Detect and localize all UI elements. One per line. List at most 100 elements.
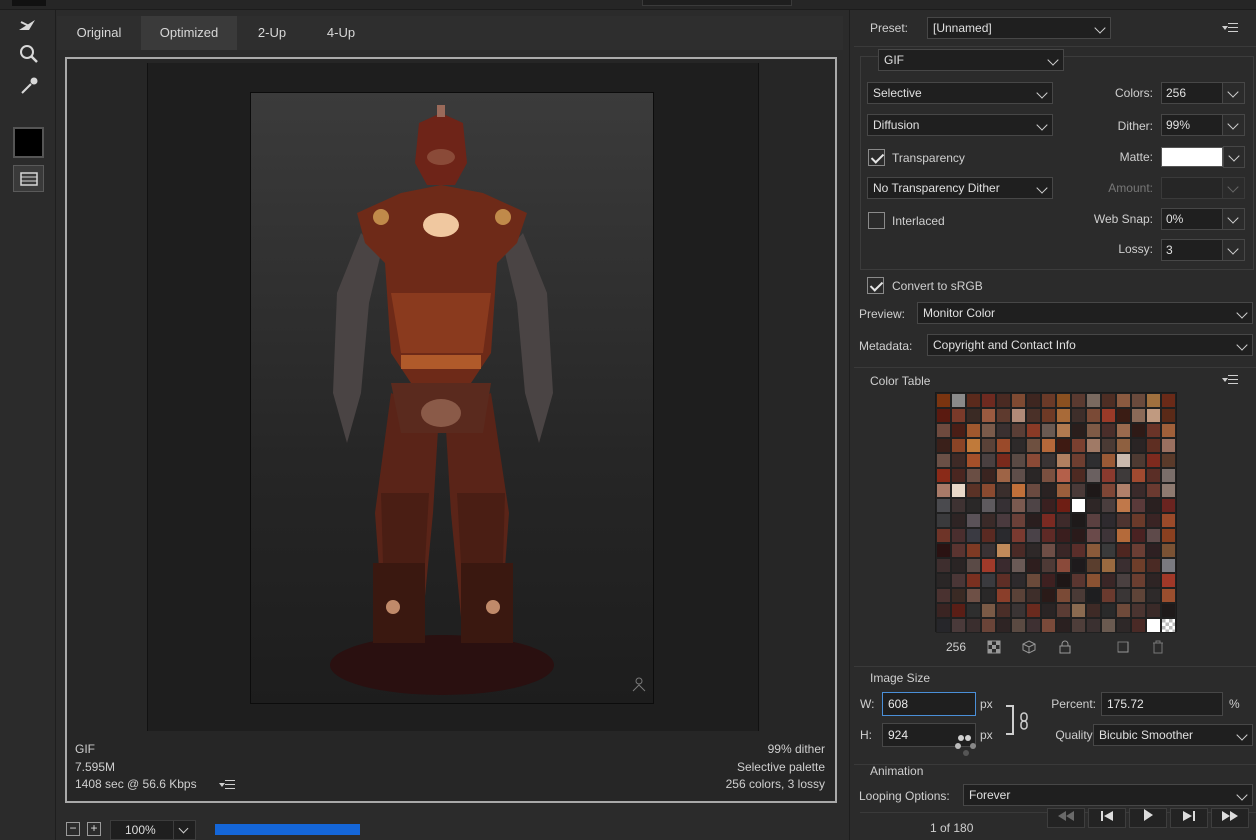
color-swatch[interactable] xyxy=(1071,603,1086,618)
color-swatch[interactable] xyxy=(1056,528,1071,543)
color-swatch[interactable] xyxy=(1056,603,1071,618)
color-swatch[interactable] xyxy=(1011,468,1026,483)
color-swatch[interactable] xyxy=(1146,393,1161,408)
color-swatch[interactable] xyxy=(1101,528,1116,543)
color-swatch[interactable] xyxy=(1011,483,1026,498)
width-input[interactable]: 608 xyxy=(882,692,976,716)
color-swatch[interactable] xyxy=(981,483,996,498)
color-swatch[interactable] xyxy=(1011,453,1026,468)
color-swatch[interactable] xyxy=(1131,543,1146,558)
color-swatch[interactable] xyxy=(1011,438,1026,453)
web-snap-chevron-down-icon[interactable] xyxy=(1223,208,1245,230)
color-swatch[interactable] xyxy=(936,588,951,603)
color-swatch[interactable] xyxy=(1116,498,1131,513)
color-swatch[interactable] xyxy=(951,528,966,543)
color-swatch[interactable] xyxy=(1116,393,1131,408)
color-swatch[interactable] xyxy=(1146,438,1161,453)
eyedropper-tool-icon[interactable] xyxy=(14,72,44,100)
color-swatch[interactable] xyxy=(951,573,966,588)
color-swatch[interactable] xyxy=(1011,393,1026,408)
color-swatch[interactable] xyxy=(966,573,981,588)
color-swatch[interactable] xyxy=(1056,513,1071,528)
color-swatch[interactable] xyxy=(1086,453,1101,468)
color-swatch[interactable] xyxy=(1011,423,1026,438)
color-swatch[interactable] xyxy=(1161,498,1176,513)
color-swatch[interactable] xyxy=(951,453,966,468)
color-swatch[interactable] xyxy=(936,573,951,588)
color-swatch[interactable] xyxy=(1086,573,1101,588)
color-swatch[interactable] xyxy=(1116,543,1131,558)
color-swatch[interactable] xyxy=(1146,423,1161,438)
color-swatch[interactable] xyxy=(1086,558,1101,573)
color-swatch[interactable] xyxy=(966,498,981,513)
matte-color-swatch[interactable] xyxy=(1161,147,1223,167)
color-swatch[interactable] xyxy=(1056,543,1071,558)
color-swatch[interactable] xyxy=(1101,558,1116,573)
previous-frame-icon[interactable] xyxy=(1088,808,1126,828)
color-swatch[interactable] xyxy=(936,453,951,468)
color-swatch[interactable] xyxy=(1041,468,1056,483)
color-swatch[interactable] xyxy=(996,543,1011,558)
color-swatch[interactable] xyxy=(1041,453,1056,468)
color-swatch[interactable] xyxy=(1116,528,1131,543)
color-swatch[interactable] xyxy=(1146,408,1161,423)
color-swatch[interactable] xyxy=(1131,483,1146,498)
color-swatch[interactable] xyxy=(951,438,966,453)
first-frame-icon[interactable] xyxy=(1047,808,1085,828)
color-swatch[interactable] xyxy=(996,453,1011,468)
color-swatch[interactable] xyxy=(1086,483,1101,498)
dither-input[interactable]: 99% xyxy=(1161,114,1223,136)
color-swatch[interactable] xyxy=(1086,618,1101,633)
color-swatch[interactable] xyxy=(1146,498,1161,513)
color-swatch[interactable] xyxy=(1146,543,1161,558)
color-swatch[interactable] xyxy=(996,513,1011,528)
color-swatch[interactable] xyxy=(1146,588,1161,603)
transparency-checkbox[interactable] xyxy=(868,149,885,166)
color-swatch[interactable] xyxy=(1041,513,1056,528)
map-transparent-icon[interactable] xyxy=(986,639,1002,655)
web-shift-cube-icon[interactable] xyxy=(1021,639,1037,655)
color-swatch[interactable] xyxy=(981,468,996,483)
color-swatch[interactable] xyxy=(1011,408,1026,423)
zoom-tool-icon[interactable] xyxy=(14,40,44,68)
slice-select-tool-icon[interactable] xyxy=(14,12,44,40)
color-swatch[interactable] xyxy=(996,573,1011,588)
color-swatch[interactable] xyxy=(1101,468,1116,483)
color-swatch[interactable] xyxy=(1086,498,1101,513)
color-swatch[interactable] xyxy=(1071,483,1086,498)
color-swatch[interactable] xyxy=(1026,453,1041,468)
color-swatch[interactable] xyxy=(1101,393,1116,408)
link-chain-icon[interactable] xyxy=(1018,712,1034,730)
color-swatch[interactable] xyxy=(981,588,996,603)
color-swatch[interactable] xyxy=(1131,423,1146,438)
color-swatch[interactable] xyxy=(1161,453,1176,468)
color-swatch[interactable] xyxy=(1041,393,1056,408)
color-swatch[interactable] xyxy=(951,393,966,408)
color-swatch[interactable] xyxy=(1101,483,1116,498)
color-swatch[interactable] xyxy=(1161,393,1176,408)
zoom-level-select[interactable]: 100% xyxy=(110,820,196,840)
color-swatch[interactable] xyxy=(1026,513,1041,528)
lock-color-icon[interactable] xyxy=(1057,639,1073,655)
color-swatch[interactable] xyxy=(936,543,951,558)
color-swatch[interactable] xyxy=(1116,483,1131,498)
color-swatch[interactable] xyxy=(1071,438,1086,453)
color-swatch[interactable] xyxy=(1146,468,1161,483)
color-swatch[interactable] xyxy=(936,558,951,573)
tab-original[interactable]: Original xyxy=(57,16,141,50)
color-swatch[interactable] xyxy=(981,618,996,633)
color-swatch[interactable] xyxy=(1041,498,1056,513)
color-swatch[interactable] xyxy=(981,558,996,573)
zoom-chevron-down-icon[interactable] xyxy=(173,821,195,839)
color-swatch[interactable] xyxy=(1071,513,1086,528)
color-swatch[interactable] xyxy=(1116,558,1131,573)
color-swatch[interactable] xyxy=(1086,438,1101,453)
color-swatch[interactable] xyxy=(936,468,951,483)
optimize-menu-icon[interactable] xyxy=(1222,22,1242,34)
color-swatch[interactable] xyxy=(1131,453,1146,468)
matte-chevron-down-icon[interactable] xyxy=(1223,146,1245,168)
color-swatch[interactable] xyxy=(966,408,981,423)
color-swatch[interactable] xyxy=(1056,423,1071,438)
color-swatch[interactable] xyxy=(1131,558,1146,573)
dither-chevron-down-icon[interactable] xyxy=(1223,114,1245,136)
